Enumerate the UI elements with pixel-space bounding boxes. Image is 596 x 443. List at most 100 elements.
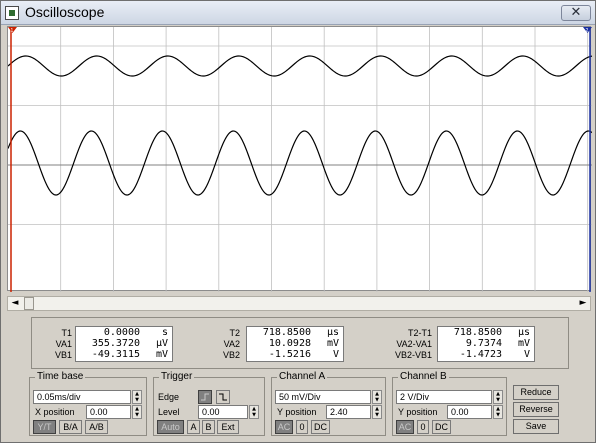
readout-label-va2: VA2 — [223, 339, 240, 349]
channel-a-scale-field[interactable]: 50 mV/Div — [275, 390, 371, 404]
trigger-auto-button[interactable]: Auto — [157, 420, 184, 434]
timebase-title: Time base — [35, 371, 86, 382]
falling-edge-button[interactable] — [216, 390, 230, 404]
channel-b-ypos-label: Y position — [398, 407, 438, 417]
channel-b-ac-button[interactable]: AC — [396, 420, 414, 434]
scope-display[interactable]: 1 2 — [7, 26, 592, 292]
channel-a-scale-spinner[interactable]: ▲ ▼ — [372, 390, 382, 404]
channel-b-dc-button[interactable]: DC — [432, 420, 451, 434]
xposition-label: X position — [35, 407, 75, 417]
channel-b-ypos-spinner[interactable]: ▲ ▼ — [493, 405, 503, 419]
spin-down-icon[interactable]: ▼ — [133, 397, 141, 403]
channel-a-ypos-spinner[interactable]: ▲ ▼ — [372, 405, 382, 419]
readout-label-va1: VA1 — [55, 339, 72, 349]
trigger-title: Trigger — [159, 371, 195, 382]
spin-down-icon[interactable]: ▼ — [250, 412, 258, 418]
spin-down-icon[interactable]: ▼ — [373, 397, 381, 403]
channel-b-panel: Channel B 2 V/Div ▲ ▼ Y position 0.00 ▲ ▼ … — [392, 371, 507, 436]
reduce-button[interactable]: Reduce — [513, 385, 559, 400]
timebase-scale-spinner[interactable]: ▲ ▼ — [132, 390, 142, 404]
rising-edge-icon — [201, 393, 209, 401]
readout-value: 718.8500 — [262, 327, 311, 338]
readout-unit: mV — [517, 338, 530, 349]
channel-b-ypos-field[interactable]: 0.00 — [447, 405, 492, 419]
level-field[interactable]: 0.00 — [198, 405, 248, 419]
readout-label-t1: T1 — [61, 328, 72, 338]
readout-unit: μs — [326, 327, 339, 338]
readout-unit: s — [161, 327, 168, 338]
channel-a-title: Channel A — [277, 371, 328, 382]
save-button[interactable]: Save — [513, 419, 559, 434]
window-title: Oscilloscope — [25, 4, 105, 20]
readout-value: -1.5216 — [268, 349, 311, 360]
scope-screen: 1 2 — [8, 27, 592, 292]
readout-label-vb2-vb1: VB2-VB1 — [394, 350, 432, 360]
timebase-panel: Time base 0.05ms/div ▲ ▼ X position 0.00 … — [29, 371, 147, 436]
readout-unit: mV — [155, 349, 168, 360]
scroll-left-icon[interactable]: ◄ — [8, 297, 22, 310]
readout-value: 355.3720 — [91, 338, 140, 349]
channel-b-title: Channel B — [398, 371, 449, 382]
channel-a-dc-button[interactable]: DC — [311, 420, 330, 434]
falling-edge-icon — [219, 393, 227, 401]
channel-b-zero-button[interactable]: 0 — [417, 420, 429, 434]
channel-a-ac-button[interactable]: AC — [275, 420, 293, 434]
channel-a-trace — [8, 55, 592, 77]
channel-a-ypos-label: Y position — [277, 407, 317, 417]
level-label: Level — [158, 407, 180, 417]
mode-ba-button[interactable]: B/A — [59, 420, 82, 434]
readout-label-t2: T2 — [229, 328, 240, 338]
timebase-scale-field[interactable]: 0.05ms/div — [33, 390, 131, 404]
readout-box-1: 0.0000 s 355.3720 μV -49.3115 mV — [75, 326, 173, 362]
channel-b-trace — [8, 130, 592, 196]
trigger-a-button[interactable]: A — [187, 420, 200, 434]
mode-ab-button[interactable]: A/B — [85, 420, 108, 434]
cursor-t2-label: 2 — [586, 28, 589, 34]
spin-down-icon[interactable]: ▼ — [494, 397, 502, 403]
readout-label-vb2: VB2 — [222, 350, 240, 360]
spin-down-icon[interactable]: ▼ — [133, 412, 141, 418]
channel-b-scale-field[interactable]: 2 V/Div — [396, 390, 492, 404]
channel-b-scale-spinner[interactable]: ▲ ▼ — [493, 390, 503, 404]
readout-box-2: 718.8500 μs 10.0928 mV -1.5216 V — [246, 326, 344, 362]
close-button[interactable]: ✕ — [561, 5, 591, 21]
readout-label-t2-t1: T2-T1 — [407, 328, 432, 338]
trigger-panel: Trigger Edge Level 0.00 ▲ ▼ Auto A B Ext — [153, 371, 265, 436]
edge-label: Edge — [158, 392, 180, 402]
trigger-b-button[interactable]: B — [202, 420, 215, 434]
readout-unit: mV — [326, 338, 339, 349]
xposition-field[interactable]: 0.00 — [86, 405, 131, 419]
readout-unit: V — [523, 349, 530, 360]
cursor-t1-label: 1 — [11, 28, 14, 34]
readout-unit: μs — [517, 327, 530, 338]
reverse-button[interactable]: Reverse — [513, 402, 559, 417]
oscilloscope-window: Oscilloscope ✕ 1 2 ◄ ► T1 VA1 VB1 0.0000… — [0, 0, 596, 443]
trigger-ext-button[interactable]: Ext — [217, 420, 239, 434]
title-bar[interactable]: Oscilloscope ✕ — [1, 1, 595, 25]
horizontal-scrollbar[interactable]: ◄ ► — [7, 296, 591, 311]
rising-edge-button[interactable] — [198, 390, 212, 404]
xposition-spinner[interactable]: ▲ ▼ — [132, 405, 142, 419]
scroll-right-icon[interactable]: ► — [576, 297, 590, 310]
channel-a-ypos-field[interactable]: 2.40 — [326, 405, 371, 419]
readout-value: -49.3115 — [91, 349, 140, 360]
mode-yt-button[interactable]: Y/T — [33, 420, 56, 434]
readout-unit: μV — [155, 338, 168, 349]
cursor-readout: T1 VA1 VB1 0.0000 s 355.3720 μV -49.3115 mV… — [31, 317, 569, 369]
readout-unit: V — [332, 349, 339, 360]
readout-label-vb1: VB1 — [54, 350, 72, 360]
readout-value: 0.0000 — [103, 327, 140, 338]
channel-a-panel: Channel A 50 mV/Div ▲ ▼ Y position 2.40 ▲… — [271, 371, 386, 436]
readout-value: 718.8500 — [453, 327, 502, 338]
oscilloscope-icon — [5, 6, 19, 20]
spin-down-icon[interactable]: ▼ — [494, 412, 502, 418]
readout-box-3: 718.8500 μs 9.7374 mV -1.4723 V — [437, 326, 535, 362]
readout-value: 9.7374 — [465, 338, 502, 349]
scrollbar-thumb[interactable] — [24, 297, 34, 310]
spin-down-icon[interactable]: ▼ — [373, 412, 381, 418]
readout-label-va2-va1: VA2-VA1 — [396, 339, 432, 349]
readout-value: -1.4723 — [459, 349, 502, 360]
level-spinner[interactable]: ▲ ▼ — [249, 405, 259, 419]
readout-value: 10.0928 — [268, 338, 311, 349]
channel-a-zero-button[interactable]: 0 — [296, 420, 308, 434]
